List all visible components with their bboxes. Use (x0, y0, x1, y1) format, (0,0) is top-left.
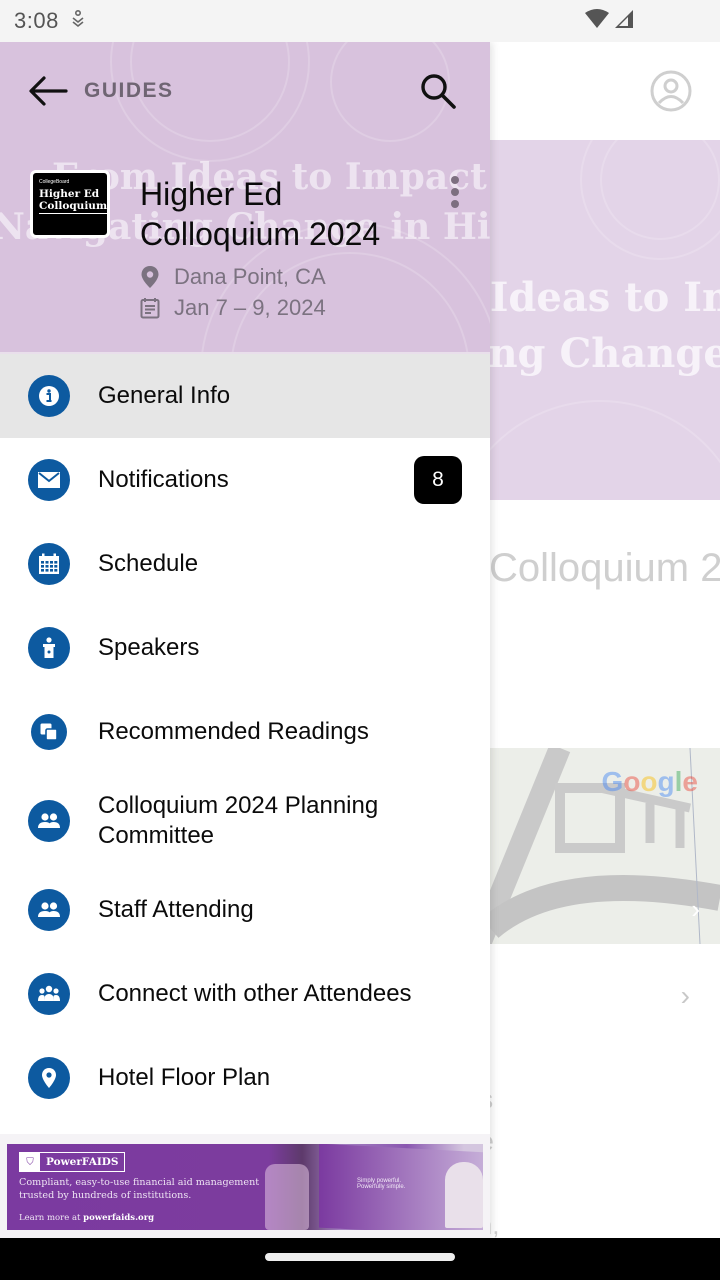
search-button[interactable] (416, 69, 460, 113)
group-icon (28, 973, 70, 1015)
menu-item-notifications[interactable]: Notifications 8 (0, 438, 490, 522)
background-topbar (490, 42, 720, 140)
podium-icon (28, 627, 70, 669)
wifi-icon (584, 8, 610, 34)
status-time: 3:08 (14, 8, 59, 33)
status-bar: 3:08 (0, 0, 720, 42)
profile-icon[interactable] (650, 70, 692, 112)
more-options-button[interactable] (440, 174, 470, 210)
arrow-left-icon (29, 76, 68, 106)
people-icon (28, 800, 70, 842)
logo-brand: CollegeBoard (39, 179, 70, 185)
event-title: Higher Ed Colloquium 2024 (140, 176, 381, 252)
menu-item-recommended-readings[interactable]: Recommended Readings (0, 690, 490, 774)
calendar-grid-icon (28, 543, 70, 585)
location-pin-icon (141, 266, 159, 288)
ad-person-image (445, 1162, 483, 1228)
menu-item-general-info[interactable]: General Info (0, 354, 490, 438)
guides-label[interactable]: GUIDES (84, 79, 174, 103)
ad-container: Simply powerful. Powerfully simple. ⛉ Po… (0, 1134, 490, 1238)
envelope-icon (28, 459, 70, 501)
powerfaids-ad-banner[interactable]: Simply powerful. Powerfully simple. ⛉ Po… (7, 1144, 483, 1230)
system-nav-bar (0, 1238, 720, 1280)
ad-logo: ⛉ PowerFAIDS (19, 1152, 126, 1172)
notifications-badge: 8 (414, 456, 462, 504)
menu-item-planning-committee[interactable]: Colloquium 2024 Planning Committee (0, 774, 490, 868)
menu-item-staff-attending[interactable]: Staff Attending (0, 868, 490, 952)
map-pin-icon (28, 1057, 70, 1099)
ad-screen-text: Simply powerful. Powerfully simple. (357, 1178, 406, 1190)
logo-text: Higher Ed Colloquium (39, 188, 108, 214)
drawer-header: From Ideas to Impact: Navigating Change … (0, 42, 490, 354)
menu-item-speakers[interactable]: Speakers (0, 606, 490, 690)
ad-copy: Compliant, easy-to-use financial aid man… (19, 1177, 260, 1201)
people-icon (28, 889, 70, 931)
signal-icon (614, 9, 634, 34)
ad-cup-image (265, 1164, 309, 1230)
chevron-right-icon[interactable]: › (681, 980, 690, 1012)
event-location: Dana Point, CA (140, 264, 326, 290)
menu-item-hotel-floor-plan[interactable]: Hotel Floor Plan (0, 1036, 490, 1120)
info-icon (28, 375, 70, 417)
drawer-menu: General Info Notifications 8 Schedule Sp… (0, 354, 490, 1120)
shield-icon: ⛉ (20, 1153, 40, 1171)
copy-icon (31, 714, 67, 750)
map-chevron-icon: › (691, 894, 700, 924)
menu-item-connect-attendees[interactable]: Connect with other Attendees (0, 952, 490, 1036)
back-button[interactable] (26, 69, 70, 113)
more-vertical-icon (451, 176, 459, 184)
google-attribution: Google (601, 766, 698, 797)
home-gesture-handle[interactable] (265, 1253, 455, 1261)
ad-link[interactable]: powerfaids.org (83, 1213, 154, 1223)
drawer-topbar: GUIDES (0, 42, 490, 140)
download-icon (71, 9, 85, 33)
navigation-drawer: From Ideas to Impact: Navigating Change … (0, 42, 490, 1238)
event-dates: Jan 7 – 9, 2024 (140, 295, 326, 321)
search-icon (421, 74, 456, 109)
menu-item-schedule[interactable]: Schedule (0, 522, 490, 606)
event-logo: CollegeBoard Higher Ed Colloquium (30, 170, 110, 238)
ad-learn-more: Learn more at powerfaids.org (19, 1213, 155, 1223)
calendar-icon (140, 298, 160, 319)
